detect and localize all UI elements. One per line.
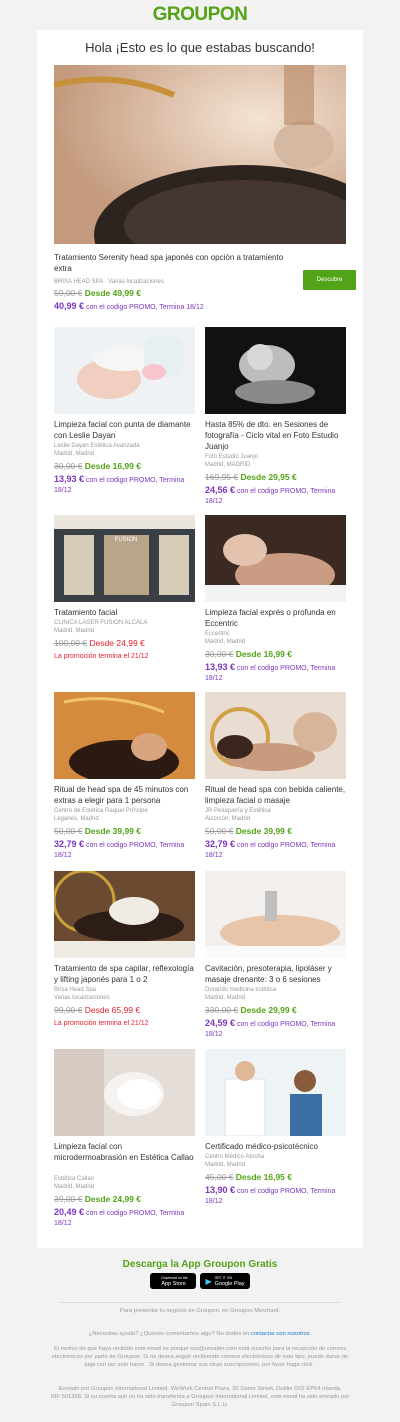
- deal-image[interactable]: [205, 871, 346, 958]
- deal-prices: 30,00 € Desde 16,99 €: [54, 461, 141, 471]
- featured-deal-promo: 40,99 € con el codigo PROMO, Termina 18/…: [54, 301, 204, 311]
- deal-image[interactable]: [205, 515, 346, 602]
- deal-image[interactable]: [54, 1049, 195, 1136]
- deal-image[interactable]: [54, 692, 195, 779]
- deal-merchant: CLINICA LASER FUSION ALCALA Madrid, Madri…: [54, 620, 148, 634]
- deal-title[interactable]: Tratamiento facial: [54, 607, 195, 618]
- deal-merchant: Foto Estudio Juanjo Madrid, MADRID: [205, 454, 259, 468]
- deal-promo: 32,79 € con el codigo PROMO, Termina 18/…: [205, 839, 336, 859]
- deal-promo-end: La promoción termina el 21/12: [54, 653, 149, 660]
- deal-prices: 50,00 € Desde 39,99 €: [205, 826, 292, 836]
- deal-promo: 32,79 € con el codigo PROMO, Termina 18/…: [54, 839, 185, 859]
- deal-merchant: Estética Callao Madrid, Madrid: [54, 1176, 95, 1190]
- sender-notice: Enviado por Groupon International Limite…: [50, 1386, 350, 1408]
- deal-promo: 13,93 € con el codigo PROMO, Termina 18/…: [54, 474, 185, 494]
- subscription-notice: El motivo de que haya recibido este emai…: [51, 1346, 349, 1368]
- email-card: Hola ¡Esto es lo que estabas buscando! T…: [37, 30, 363, 1248]
- deal-merchant: JR Peluquería y Estética Alcorcón, Madrid: [205, 808, 271, 822]
- contact-link[interactable]: contactar con nosotros.: [251, 1331, 311, 1337]
- deal-merchant: Brisa Head Spa Varias localizaciones: [54, 987, 110, 1001]
- deal-promo: 24,56 € con el codigo PROMO, Termina 18/…: [205, 485, 336, 505]
- deal-image[interactable]: [54, 327, 195, 414]
- merchant-line: Para presentar tu negocio en Groupon, en…: [119, 1308, 281, 1314]
- deal-merchant: Centro Médico Atocha Madrid, Madrid: [205, 1154, 265, 1168]
- greeting-heading: Hola ¡Esto es lo que estabas buscando!: [85, 40, 315, 55]
- deal-title[interactable]: Hasta 85% de dto. en Sesiones de fotogra…: [205, 419, 346, 452]
- deal-merchant: Eccentric Madrid, Madrid: [205, 631, 246, 645]
- deal-promo: 13,90 € con el codigo PROMO, Termina 18/…: [205, 1185, 336, 1205]
- deal-image[interactable]: [205, 327, 346, 414]
- google-play-badge[interactable]: ▶ GET IT ON Google Play: [200, 1273, 250, 1289]
- deal-prices: 39,00 € Desde 24,99 €: [54, 1194, 141, 1204]
- deal-merchant: Centro de Estética Raquel Príncipe Legané…: [54, 808, 148, 822]
- deal-title[interactable]: Ritual de head spa con bebida caliente, …: [205, 784, 346, 806]
- deal-prices: 45,00 € Desde 16,95 €: [205, 1172, 292, 1182]
- deal-prices: 99,00 € Desde 65,99 €: [54, 1005, 141, 1015]
- deal-image[interactable]: [205, 1049, 346, 1136]
- app-store-badge[interactable]: Download on the App Store: [150, 1273, 196, 1289]
- deal-promo: 20,49 € con el codigo PROMO, Termina 18/…: [54, 1207, 185, 1227]
- deal-merchant: Durando medicina estética Madrid, Madrid: [205, 987, 277, 1001]
- deal-title[interactable]: Limpieza facial con punta de diamante co…: [54, 419, 195, 441]
- deal-title[interactable]: Limpieza facial con microdermoabrasión e…: [54, 1141, 195, 1163]
- deal-image[interactable]: [205, 692, 346, 779]
- featured-deal-image[interactable]: [54, 65, 346, 244]
- deal-title[interactable]: Limpieza facial exprés o profunda en Ecc…: [205, 607, 346, 629]
- deal-image[interactable]: [54, 871, 195, 958]
- deal-title[interactable]: Ritual de head spa de 45 minutos con ext…: [54, 784, 195, 806]
- discover-button[interactable]: Descubre: [303, 270, 356, 290]
- email-header: GROUPON: [0, 0, 400, 30]
- deal-prices: 50,00 € Desde 39,99 €: [54, 826, 141, 836]
- deal-prices: 169,95 € Desde 29,95 €: [205, 472, 297, 482]
- play-icon: ▶: [205, 1276, 212, 1286]
- deal-merchant: Leslie Dayan Estética Avanzada Madrid, Ma…: [54, 443, 140, 457]
- deal-prices: 330,00 € Desde 29,99 €: [205, 1005, 297, 1015]
- fusion-sign-text: FUSION: [115, 537, 138, 543]
- app-download-title: Descarga la App Groupon Gratis: [122, 1259, 278, 1270]
- deal-prices: 30,00 € Desde 16,99 €: [205, 649, 292, 659]
- deal-prices: 100,00 € Desde 24,99 €: [54, 638, 145, 648]
- deal-promo: 24,59 € con el codigo PROMO, Termina 18/…: [205, 1018, 336, 1038]
- deal-title[interactable]: Tratamiento de spa capilar, reflexología…: [54, 963, 195, 985]
- deal-title[interactable]: Cavitación, presoterapia, lipoláser y ma…: [205, 963, 346, 985]
- footer-divider: [60, 1302, 340, 1303]
- help-line: ¿Necesitas ayuda? ¿Quieres comentarnos a…: [88, 1331, 312, 1337]
- featured-deal-prices: 59,00 € Desde 49,99 €: [54, 288, 141, 298]
- deal-image[interactable]: FUSION: [54, 515, 195, 602]
- featured-deal-title[interactable]: Tratamiento Serenity head spa japonés co…: [54, 252, 294, 274]
- deal-title[interactable]: Certificado médico-psicotécnico: [205, 1141, 346, 1152]
- groupon-logo[interactable]: GROUPON: [153, 4, 248, 26]
- deal-promo-end: La promoción termina el 21/12: [54, 1020, 149, 1027]
- featured-deal-merchant: BRISA HEAD SPA · Varias localizaciones: [54, 279, 164, 285]
- deal-promo: 13,93 € con el codigo PROMO, Termina 18/…: [205, 662, 336, 682]
